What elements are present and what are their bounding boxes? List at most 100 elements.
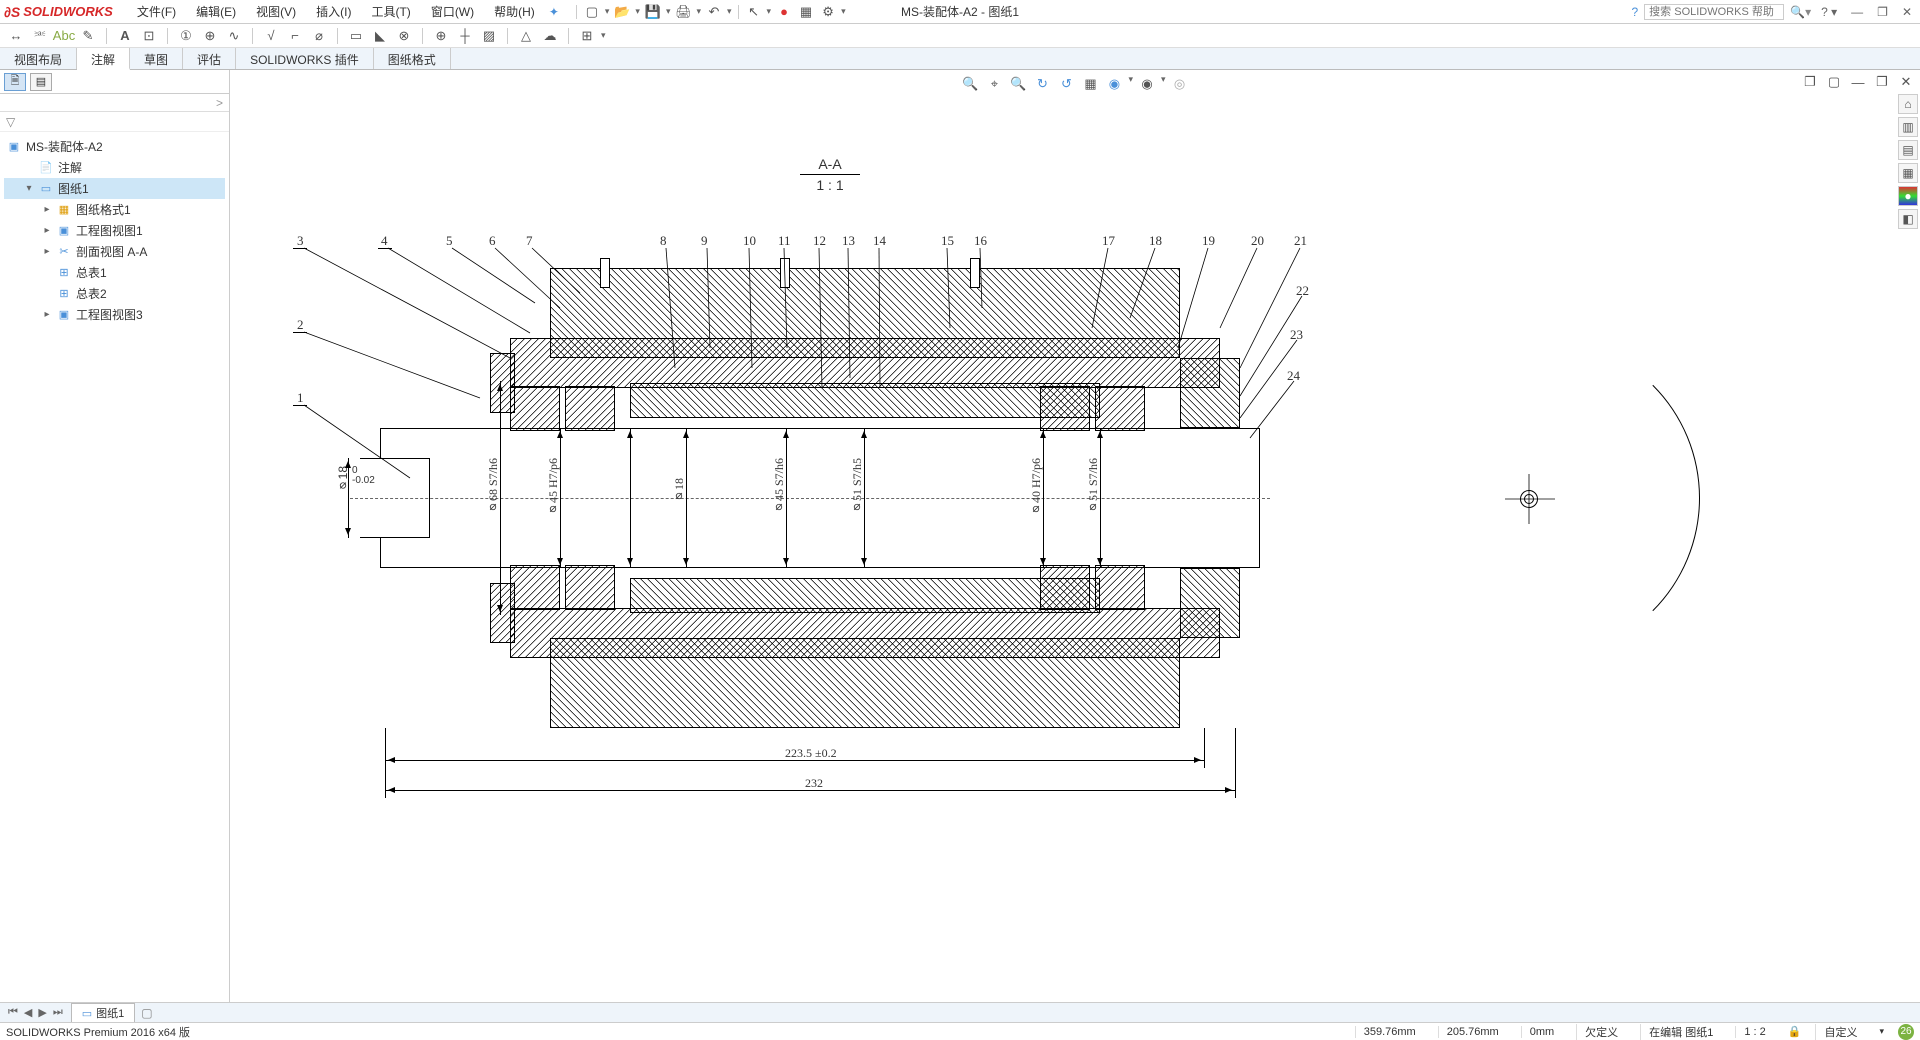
- tab-sketch[interactable]: 草图: [130, 48, 183, 69]
- close-icon[interactable]: ✕: [1898, 5, 1916, 19]
- sheet-prev-icon[interactable]: ◀: [22, 1006, 34, 1019]
- balloon[interactable]: 11: [778, 233, 791, 249]
- balloon[interactable]: 20: [1251, 233, 1264, 249]
- dim-d18[interactable]: ⌀18: [672, 478, 687, 504]
- minimize-icon[interactable]: —: [1847, 5, 1867, 19]
- balloon[interactable]: 14: [873, 233, 886, 249]
- status-notification-badge[interactable]: 26: [1898, 1024, 1914, 1040]
- balloon[interactable]: 4: [381, 233, 388, 249]
- hole-callout-icon[interactable]: ⌀: [309, 26, 329, 46]
- sheet-next-icon[interactable]: ▶: [36, 1006, 48, 1019]
- status-custom[interactable]: 自定义: [1815, 1024, 1865, 1040]
- balloon[interactable]: 16: [974, 233, 987, 249]
- pin-icon[interactable]: ✦: [549, 5, 559, 19]
- tables-icon[interactable]: ⊞: [577, 26, 597, 46]
- balloon[interactable]: 24: [1287, 368, 1300, 384]
- help-dropdown-icon[interactable]: ? ▾: [1817, 5, 1841, 19]
- new-icon[interactable]: ▢: [583, 3, 601, 21]
- tree-expander[interactable]: ▾: [24, 183, 34, 194]
- rebuild-icon[interactable]: ●: [775, 3, 793, 21]
- tab-annotation[interactable]: 注解: [77, 48, 130, 70]
- note-icon[interactable]: A: [115, 26, 135, 46]
- linear-note-pattern-icon[interactable]: ⊡: [139, 26, 159, 46]
- dim-d45b[interactable]: ⌀45 S7/h6: [772, 458, 787, 515]
- status-scale[interactable]: 1 : 2: [1735, 1026, 1773, 1038]
- menu-view[interactable]: 视图(V): [252, 1, 300, 22]
- balloon-icon[interactable]: ①: [176, 26, 196, 46]
- menu-help[interactable]: 帮助(H): [490, 1, 539, 22]
- tree-filter[interactable]: ▽: [0, 112, 229, 132]
- format-painter-icon[interactable]: ✎: [78, 26, 98, 46]
- balloon[interactable]: 21: [1294, 233, 1307, 249]
- tree-item[interactable]: ▾ ▭ 图纸1: [4, 178, 225, 199]
- balloon[interactable]: 19: [1202, 233, 1215, 249]
- dim-d51b[interactable]: ⌀51 S7/h6: [1086, 458, 1101, 515]
- revision-symbol-icon[interactable]: △: [516, 26, 536, 46]
- search-dropdown-icon[interactable]: 🔍▾: [1790, 5, 1811, 19]
- options-icon[interactable]: ▦: [797, 3, 815, 21]
- balloon[interactable]: 5: [446, 233, 453, 249]
- restore-icon[interactable]: ❐: [1873, 5, 1892, 19]
- dim-len1[interactable]: 223.5 ±0.2: [785, 746, 837, 761]
- tab-evaluate[interactable]: 评估: [183, 48, 236, 69]
- tab-sheet-format[interactable]: 图纸格式: [374, 48, 451, 69]
- add-sheet-icon[interactable]: ▢: [141, 1006, 152, 1020]
- menu-window[interactable]: 窗口(W): [427, 1, 478, 22]
- balloon[interactable]: 6: [489, 233, 496, 249]
- dim-len2[interactable]: 232: [805, 776, 823, 791]
- status-lock-icon[interactable]: 🔒: [1788, 1025, 1802, 1038]
- balloon[interactable]: 8: [660, 233, 667, 249]
- print-icon[interactable]: 🖨: [674, 3, 692, 21]
- status-dropdown-icon[interactable]: ▾: [1879, 1026, 1884, 1037]
- save-icon[interactable]: 💾: [644, 3, 662, 21]
- menu-edit[interactable]: 编辑(E): [192, 1, 240, 22]
- balloon[interactable]: 3: [297, 233, 304, 249]
- tab-addins[interactable]: SOLIDWORKS 插件: [236, 48, 374, 69]
- settings-icon[interactable]: ⚙: [819, 3, 837, 21]
- centermark-icon[interactable]: ⊕: [431, 26, 451, 46]
- select-icon[interactable]: ↖: [745, 3, 763, 21]
- balloon[interactable]: 1: [297, 390, 304, 406]
- balloon[interactable]: 18: [1149, 233, 1162, 249]
- tree-item[interactable]: ▸ ▦ 图纸格式1: [4, 199, 225, 220]
- drawing-canvas[interactable]: 🔍 ⌖ 🔍 ↻ ↺ ▦ ◉ ▾ ◉ ▾ ◎ ❐ ▢ — ❐ ✕ ⌂ ▥ ▤ ▦ …: [230, 70, 1920, 1002]
- tree-item[interactable]: ▸ ▣ 工程图视图3: [4, 304, 225, 325]
- property-tab-icon[interactable]: ▤: [30, 73, 52, 91]
- tab-view-layout[interactable]: 视图布局: [0, 48, 77, 69]
- tree-expander[interactable]: ▸: [42, 309, 52, 320]
- undo-icon[interactable]: ↶: [705, 3, 723, 21]
- dim-d68[interactable]: ⌀68 S7/h6: [486, 458, 501, 515]
- datum-feature-icon[interactable]: ◣: [370, 26, 390, 46]
- panel-nav-right-icon[interactable]: >: [216, 96, 223, 110]
- sheet-last-icon[interactable]: ⏭: [51, 1006, 65, 1019]
- smart-dimension-icon[interactable]: ↔: [6, 26, 26, 46]
- help-icon[interactable]: ?: [1631, 5, 1638, 19]
- tree-item[interactable]: ⊞ 总表2: [4, 283, 225, 304]
- balloon[interactable]: 15: [941, 233, 954, 249]
- tree-expander[interactable]: ▸: [42, 204, 52, 215]
- help-search-input[interactable]: [1644, 4, 1784, 20]
- sheet-tab[interactable]: ▭ 图纸1: [71, 1003, 136, 1022]
- dim-d45a[interactable]: ⌀45 H7/p6: [546, 458, 561, 517]
- menu-file[interactable]: 文件(F): [133, 1, 180, 22]
- datum-target-icon[interactable]: ⊗: [394, 26, 414, 46]
- balloon[interactable]: 23: [1290, 327, 1303, 343]
- spell-check-icon[interactable]: Abc: [54, 26, 74, 46]
- balloon[interactable]: 17: [1102, 233, 1115, 249]
- dim-d51a[interactable]: ⌀51 S7/h5: [850, 458, 865, 515]
- balloon[interactable]: 10: [743, 233, 756, 249]
- feature-tree-tab-icon[interactable]: 🗎: [4, 73, 26, 91]
- tree-expander[interactable]: ▸: [42, 225, 52, 236]
- geometric-tolerance-icon[interactable]: ▭: [346, 26, 366, 46]
- menu-tools[interactable]: 工具(T): [367, 1, 414, 22]
- tree-item[interactable]: ▸ ▣ 工程图视图1: [4, 220, 225, 241]
- tree-item[interactable]: ⊞ 总表1: [4, 262, 225, 283]
- tree-expander[interactable]: ▸: [42, 246, 52, 257]
- model-items-icon[interactable]: ⎃: [30, 26, 50, 46]
- menu-insert[interactable]: 插入(I): [312, 1, 355, 22]
- surface-finish-icon[interactable]: √: [261, 26, 281, 46]
- sheet-first-icon[interactable]: ⏮: [6, 1006, 20, 1019]
- balloon[interactable]: 7: [526, 233, 533, 249]
- weld-symbol-icon[interactable]: ⌐: [285, 26, 305, 46]
- magnetic-line-icon[interactable]: ∿: [224, 26, 244, 46]
